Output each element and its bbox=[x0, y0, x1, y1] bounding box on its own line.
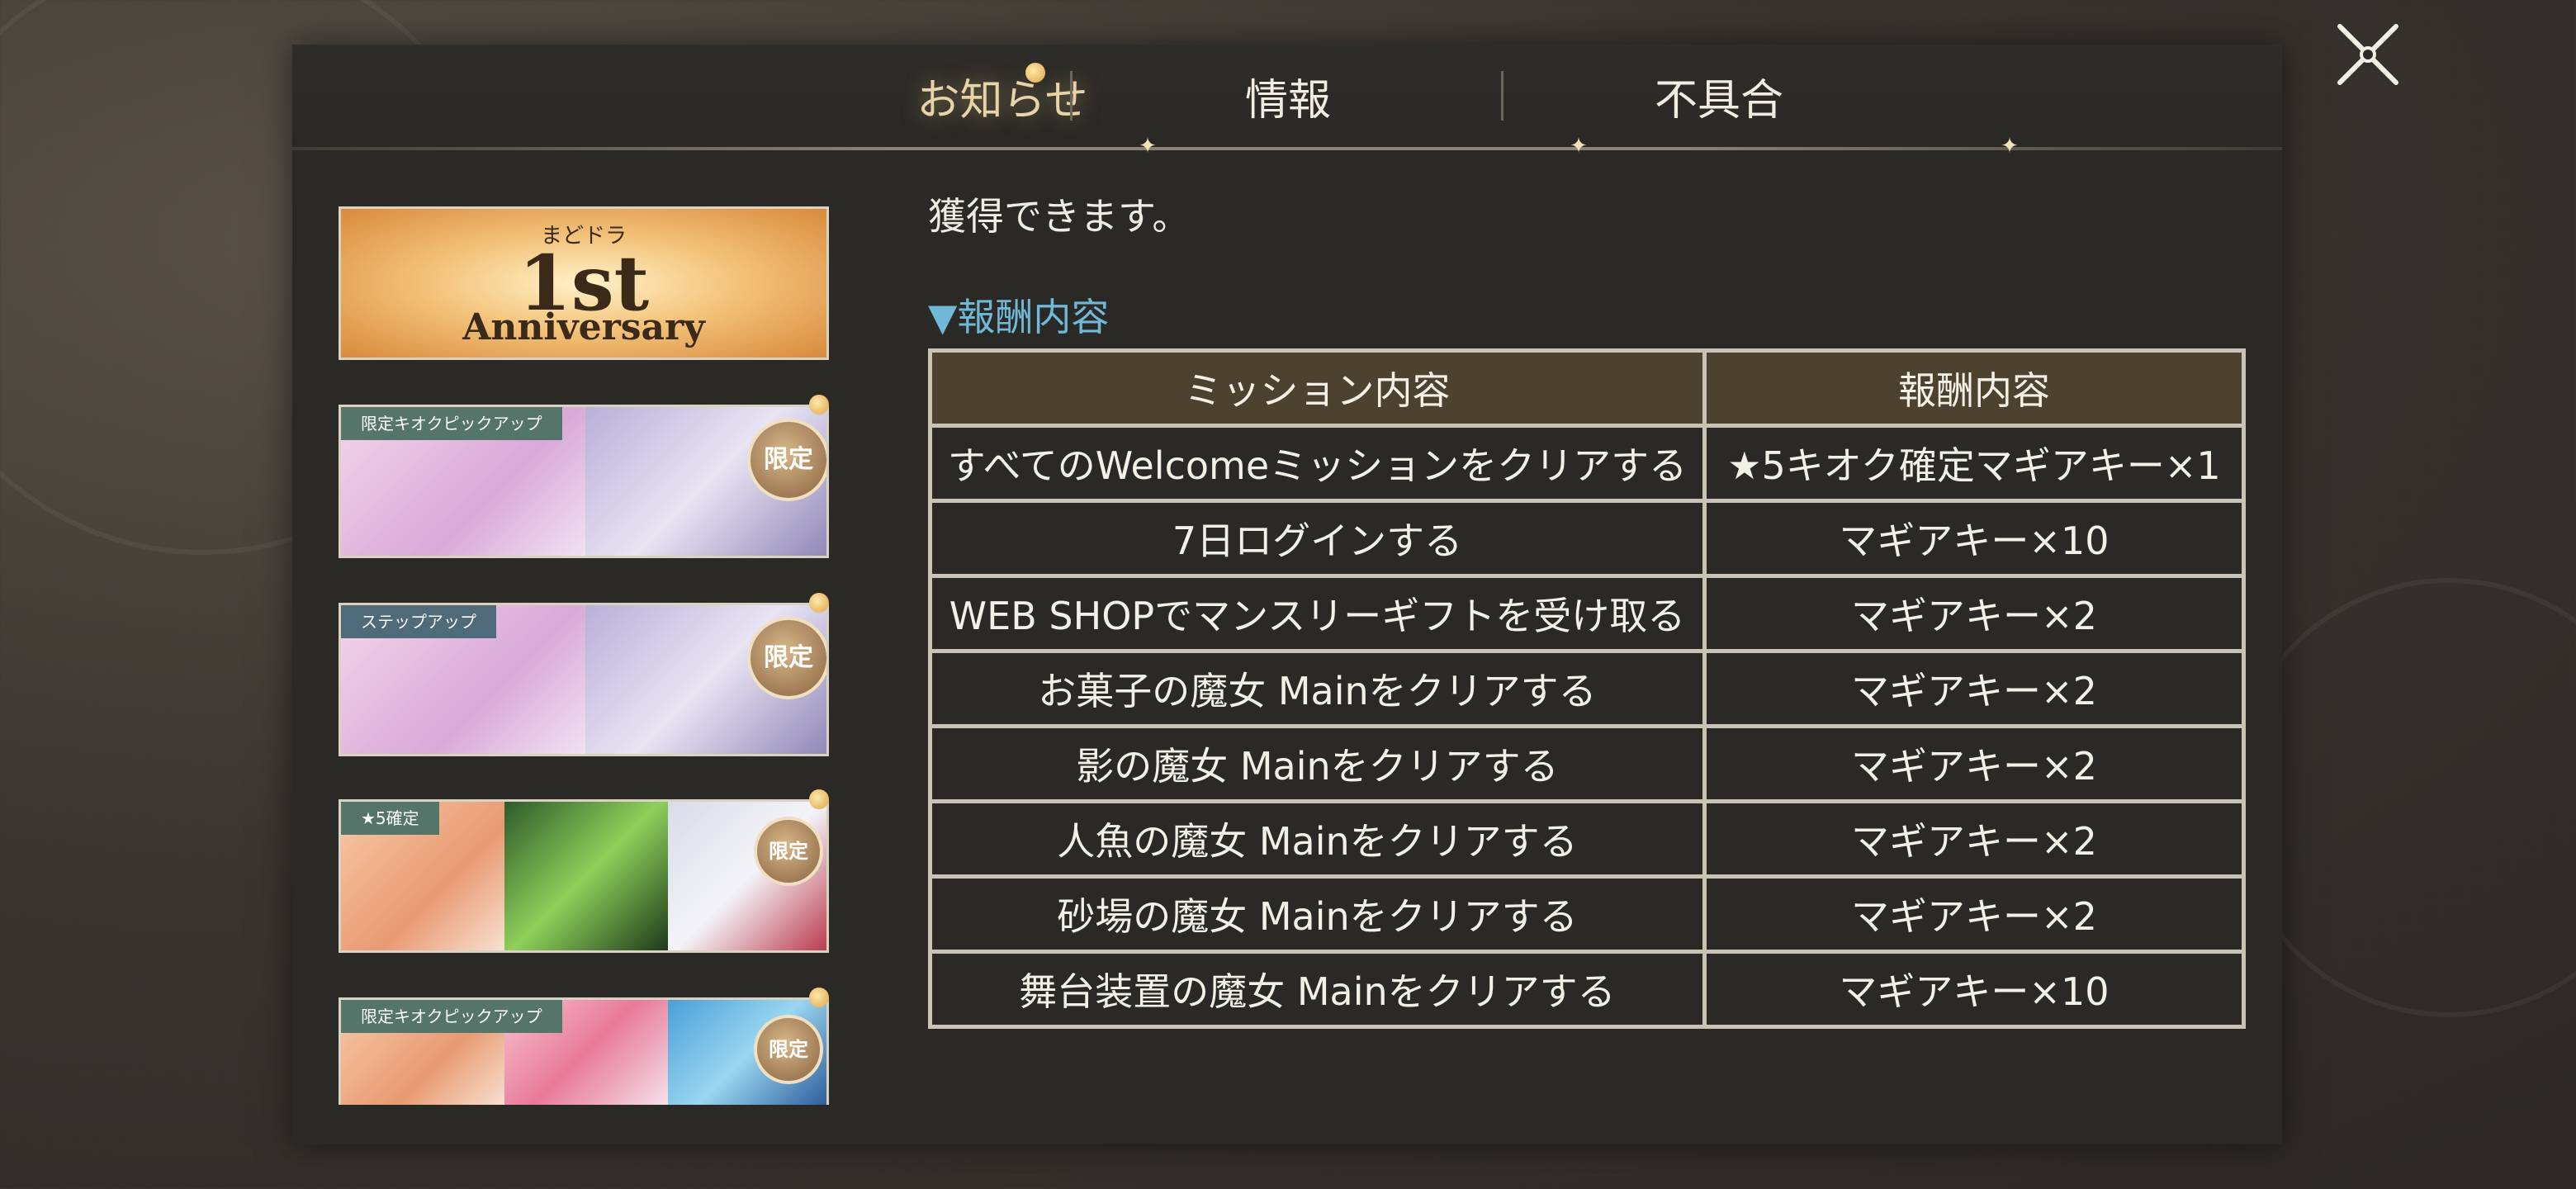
close-icon bbox=[2337, 24, 2398, 85]
column-header-reward: 報酬内容 bbox=[1702, 348, 2247, 428]
reward-cell: マギアキー×2 bbox=[1702, 799, 2247, 879]
reward-cell: マギアキー×2 bbox=[1702, 874, 2247, 954]
new-indicator-dot bbox=[809, 988, 829, 1007]
tab-info[interactable]: 情報 bbox=[1139, 68, 1437, 134]
reward-cell: マギアキー×2 bbox=[1702, 649, 2247, 728]
mission-cell: 人魚の魔女 Mainをクリアする bbox=[928, 799, 1707, 879]
new-indicator-dot bbox=[809, 789, 829, 809]
tab-star-icon: ✦ bbox=[2001, 134, 2019, 159]
tab-bugs[interactable]: 不具合 bbox=[1570, 68, 1868, 134]
mission-cell: 砂場の魔女 Mainをクリアする bbox=[928, 874, 1707, 954]
limited-badge: 限定 bbox=[747, 419, 826, 501]
mission-cell: 舞台装置の魔女 Mainをクリアする bbox=[928, 950, 1707, 1029]
new-indicator-dot bbox=[809, 395, 829, 414]
table-row: すべてのWelcomeミッションをクリアする ★5キオク確定マギアキー×1 bbox=[928, 424, 2247, 503]
new-indicator-dot bbox=[1025, 63, 1045, 83]
table-row: 影の魔女 Mainをクリアする マギアキー×2 bbox=[928, 724, 2247, 803]
table-row: 人魚の魔女 Mainをクリアする マギアキー×2 bbox=[928, 799, 2247, 879]
reward-cell: マギアキー×10 bbox=[1702, 950, 2247, 1029]
mission-cell: すべてのWelcomeミッションをクリアする bbox=[928, 424, 1707, 503]
mission-cell: お菓子の魔女 Mainをクリアする bbox=[928, 649, 1707, 728]
table-row: お菓子の魔女 Mainをクリアする マギアキー×2 bbox=[928, 649, 2247, 728]
table-header-row: ミッション内容 報酬内容 bbox=[928, 348, 2247, 428]
reward-cell: マギアキー×2 bbox=[1702, 574, 2247, 653]
banner-star5[interactable]: ★5確定 限定 bbox=[339, 799, 829, 953]
new-indicator-dot bbox=[809, 593, 829, 613]
banner-pickup[interactable]: 限定キオクピックアップ 限定 bbox=[339, 405, 829, 558]
tab-notice[interactable]: お知らせ bbox=[854, 68, 1151, 134]
tab-separator bbox=[1070, 71, 1073, 121]
table-row: 舞台装置の魔女 Mainをクリアする マギアキー×10 bbox=[928, 950, 2247, 1029]
reward-section-heading: ▼報酬内容 bbox=[928, 295, 1110, 339]
reward-cell: マギアキー×10 bbox=[1702, 499, 2247, 578]
tab-underline bbox=[292, 147, 2282, 150]
limited-badge: 限定 bbox=[747, 617, 826, 699]
reward-table: ミッション内容 報酬内容 すべてのWelcomeミッションをクリアする ★5キオ… bbox=[928, 348, 2247, 1029]
reward-cell: ★5キオク確定マギアキー×1 bbox=[1702, 424, 2247, 503]
tab-bar: お知らせ 情報 不具合 ✦ ✦ ✦ bbox=[292, 45, 2282, 157]
banner-art bbox=[504, 802, 668, 950]
banner-anniversary[interactable]: まどドラ 1st Anniversary bbox=[339, 206, 829, 360]
banner-tag: 限定キオクピックアップ bbox=[341, 407, 562, 440]
anniversary-sub-text: Anniversary bbox=[462, 306, 705, 348]
tab-star-icon: ✦ bbox=[1570, 134, 1588, 159]
banner-tag: ステップアップ bbox=[341, 605, 496, 638]
close-button[interactable] bbox=[2333, 20, 2403, 89]
mission-cell: 影の魔女 Mainをクリアする bbox=[928, 724, 1707, 803]
reward-cell: マギアキー×2 bbox=[1702, 724, 2247, 803]
tab-separator bbox=[1501, 71, 1503, 121]
column-header-mission: ミッション内容 bbox=[928, 348, 1707, 428]
table-row: 7日ログインする マギアキー×10 bbox=[928, 499, 2247, 578]
table-row: WEB SHOPでマンスリーギフトを受け取る マギアキー×2 bbox=[928, 574, 2247, 653]
mission-cell: 7日ログインする bbox=[928, 499, 1707, 578]
intro-text: 獲得できます。 bbox=[928, 194, 1191, 239]
banner-tag: ★5確定 bbox=[341, 802, 439, 835]
limited-badge: 限定 bbox=[754, 1015, 823, 1084]
banner-tag: 限定キオクピックアップ bbox=[341, 1000, 562, 1033]
banner-stepup[interactable]: ステップアップ 限定 bbox=[339, 603, 829, 756]
mission-cell: WEB SHOPでマンスリーギフトを受け取る bbox=[928, 574, 1707, 653]
table-row: 砂場の魔女 Mainをクリアする マギアキー×2 bbox=[928, 874, 2247, 954]
banner-pickup-2[interactable]: 限定キオクピックアップ 限定 bbox=[339, 997, 829, 1105]
tab-star-icon: ✦ bbox=[1139, 134, 1157, 159]
limited-badge: 限定 bbox=[754, 817, 823, 886]
